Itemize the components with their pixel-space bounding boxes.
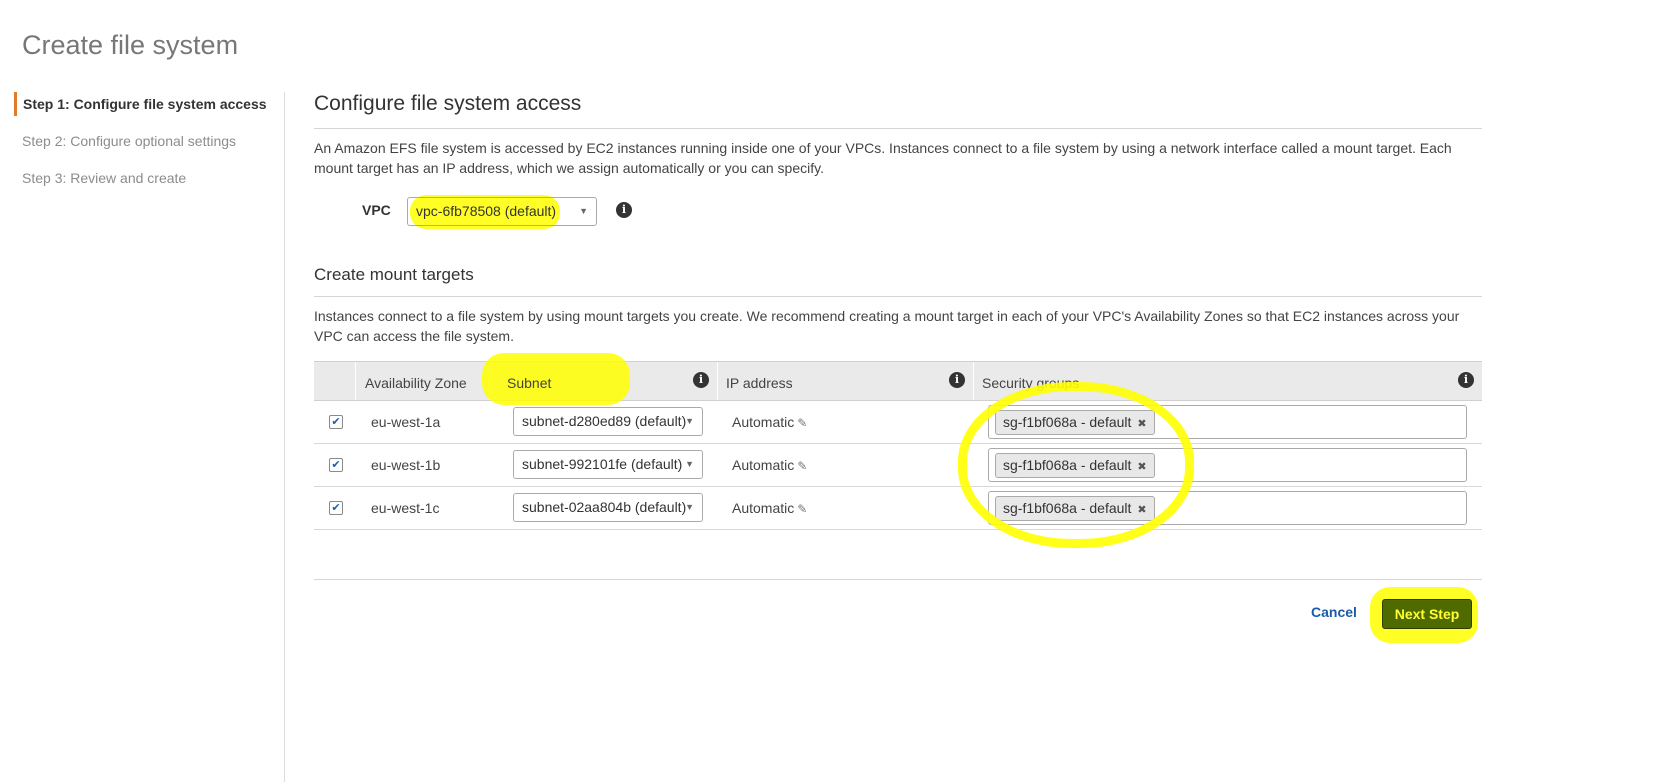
subnet-select[interactable]: subnet-d280ed89 (default) ▼ — [513, 407, 703, 436]
security-group-tag: sg-f1bf068a - default ✖ — [995, 410, 1155, 435]
info-icon[interactable]: i — [693, 372, 709, 388]
security-groups-input[interactable]: sg-f1bf068a - default ✖ — [988, 491, 1467, 525]
row-checkbox[interactable]: ✔ — [329, 415, 343, 429]
column-header-ip: IP address — [726, 375, 793, 391]
security-group-label: sg-f1bf068a - default — [1003, 457, 1132, 473]
vpc-select[interactable]: vpc-6fb78508 (default) ▼ — [407, 197, 597, 226]
info-icon[interactable]: i — [949, 372, 965, 388]
cancel-button[interactable]: Cancel — [1311, 604, 1357, 620]
section-title-access: Configure file system access — [314, 92, 582, 115]
close-icon[interactable]: ✖ — [1137, 461, 1146, 473]
mount-description: Instances connect to a file system by us… — [314, 308, 1460, 344]
section-title-mount: Create mount targets — [314, 265, 474, 284]
table-row: ✔ eu-west-1b subnet-992101fe (default) ▼… — [314, 444, 1482, 487]
table-row: ✔ eu-west-1c subnet-02aa804b (default) ▼… — [314, 487, 1482, 530]
az-cell: eu-west-1c — [371, 500, 440, 516]
divider — [314, 579, 1482, 580]
column-header-subnet: Subnet — [507, 375, 552, 391]
column-header-sg: Security groups — [982, 375, 1080, 391]
subnet-select-value: subnet-d280ed89 (default) — [522, 413, 687, 429]
security-groups-input[interactable]: sg-f1bf068a - default ✖ — [988, 405, 1467, 439]
row-checkbox[interactable]: ✔ — [329, 458, 343, 472]
security-group-tag: sg-f1bf068a - default ✖ — [995, 453, 1155, 478]
caret-down-icon: ▼ — [579, 206, 588, 216]
subnet-select-value: subnet-992101fe (default) — [522, 456, 683, 472]
close-icon[interactable]: ✖ — [1137, 504, 1146, 516]
ip-address-cell[interactable]: Automatic ✎ — [732, 401, 807, 445]
table-row: ✔ eu-west-1a subnet-d280ed89 (default) ▼… — [314, 401, 1482, 444]
pencil-icon[interactable]: ✎ — [797, 416, 807, 430]
checkmark-icon: ✔ — [331, 459, 341, 471]
subnet-select[interactable]: subnet-02aa804b (default) ▼ — [513, 493, 703, 522]
checkmark-icon: ✔ — [331, 416, 341, 428]
table-header: Availability Zone Subnet i IP address i … — [314, 353, 1482, 405]
security-group-label: sg-f1bf068a - default — [1003, 500, 1132, 516]
az-cell: eu-west-1a — [371, 414, 441, 430]
divider — [314, 296, 1482, 297]
ip-address-cell[interactable]: Automatic ✎ — [732, 444, 807, 488]
ip-address-value: Automatic — [732, 500, 795, 516]
pencil-icon[interactable]: ✎ — [797, 502, 807, 516]
row-checkbox[interactable]: ✔ — [329, 501, 343, 515]
ip-address-value: Automatic — [732, 414, 795, 430]
step-2-link[interactable]: Step 2: Configure optional settings — [14, 129, 274, 153]
main-content: Configure file system access An Amazon E… — [314, 0, 1482, 782]
security-groups-input[interactable]: sg-f1bf068a - default ✖ — [988, 448, 1467, 482]
security-group-tag: sg-f1bf068a - default ✖ — [995, 496, 1155, 521]
next-step-button[interactable]: Next Step — [1382, 599, 1472, 629]
checkmark-icon: ✔ — [331, 502, 341, 514]
column-header-az: Availability Zone — [365, 375, 467, 391]
step-1-link[interactable]: Step 1: Configure file system access — [14, 92, 274, 116]
info-icon[interactable]: i — [616, 202, 632, 218]
vpc-select-value: vpc-6fb78508 (default) — [416, 203, 557, 219]
subnet-select[interactable]: subnet-992101fe (default) ▼ — [513, 450, 703, 479]
caret-down-icon: ▼ — [685, 459, 694, 469]
page-title: Create file system — [22, 30, 239, 60]
access-description: An Amazon EFS file system is accessed by… — [314, 140, 1452, 176]
info-icon[interactable]: i — [1458, 372, 1474, 388]
az-cell: eu-west-1b — [371, 457, 441, 473]
caret-down-icon: ▼ — [685, 416, 694, 426]
step-3-link[interactable]: Step 3: Review and create — [14, 166, 274, 190]
pencil-icon[interactable]: ✎ — [797, 459, 807, 473]
divider — [314, 128, 1482, 129]
subnet-select-value: subnet-02aa804b (default) — [522, 499, 687, 515]
ip-address-value: Automatic — [732, 457, 795, 473]
close-icon[interactable]: ✖ — [1137, 418, 1146, 430]
vpc-label: VPC — [362, 202, 391, 218]
sidebar-divider — [284, 92, 285, 782]
ip-address-cell[interactable]: Automatic ✎ — [732, 487, 807, 531]
wizard-steps: Step 1: Configure file system access Ste… — [14, 92, 274, 203]
security-group-label: sg-f1bf068a - default — [1003, 414, 1132, 430]
caret-down-icon: ▼ — [685, 502, 694, 512]
